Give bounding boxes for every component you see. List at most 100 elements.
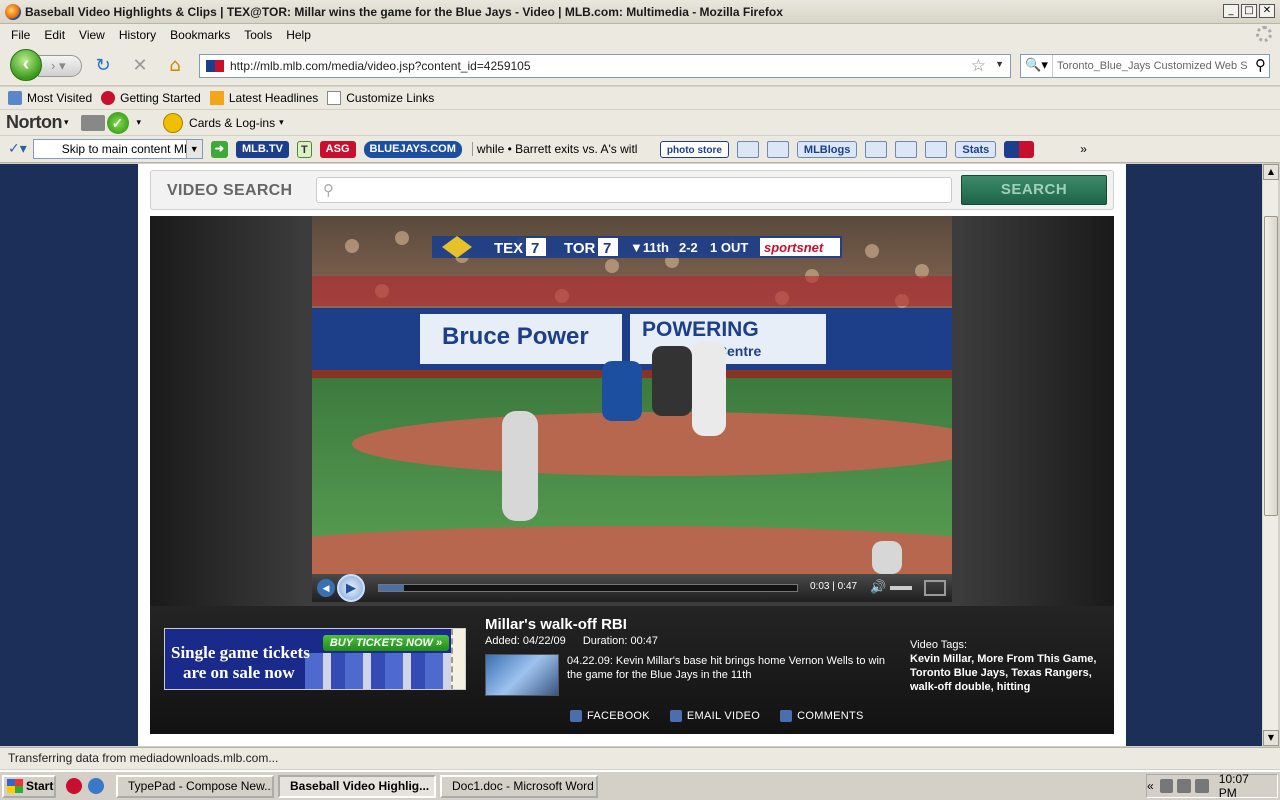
forward-button[interactable]: › ▾ [38, 55, 82, 77]
quicklaunch-ie-icon[interactable] [88, 778, 104, 794]
skip-navigation-select[interactable]: Skip to main content MLB. ▼ [32, 139, 203, 159]
toolbar-overflow-icon[interactable]: » [1080, 142, 1087, 156]
menu-history[interactable]: History [119, 28, 156, 42]
safe-check-icon[interactable]: ✓ [106, 111, 129, 134]
bookmark-customize-links[interactable]: Customize Links [327, 91, 434, 105]
shopping-cart-icon[interactable] [80, 114, 105, 131]
stats-button[interactable]: Stats [955, 140, 997, 158]
video-thumbnail[interactable] [485, 654, 559, 696]
video-search-button[interactable]: SEARCH [961, 175, 1107, 205]
video-tags-label: Video Tags: [910, 639, 968, 651]
svg-text:Bruce Power: Bruce Power [442, 323, 589, 350]
norton-dropdown-icon[interactable]: ▾ [64, 117, 69, 128]
bookmark-most-visited[interactable]: Most Visited [8, 91, 92, 105]
scroll-down-icon[interactable]: ▼ [1263, 730, 1279, 746]
time-display: 0:03 | 0:47 [810, 581, 858, 592]
norton-safe-dropdown-icon[interactable]: ▾ [137, 117, 142, 128]
menu-view[interactable]: View [79, 28, 105, 42]
news-ticker[interactable]: while • Barrett exits vs. A's witl [471, 142, 652, 156]
seek-bar[interactable] [378, 584, 798, 592]
url-dropdown-icon[interactable]: ▼ [995, 59, 1004, 69]
search-go-icon[interactable]: ⚲ [1255, 56, 1266, 74]
mlblogs-button[interactable]: MLBlogs [796, 140, 858, 158]
cards-dropdown-icon[interactable]: ▾ [279, 117, 284, 128]
video-frame[interactable]: Bruce Power POWERING ers Centre TEX 7 TO… [312, 216, 952, 574]
quicklaunch-icon[interactable] [66, 778, 82, 794]
asg-button[interactable]: ASG [319, 140, 356, 158]
task-label: Baseball Video Highlig... [290, 779, 430, 793]
bookmark-getting-started[interactable]: Getting Started [101, 91, 201, 105]
menu-edit[interactable]: Edit [44, 28, 65, 42]
email-video-link[interactable]: EMAIL VIDEO [669, 710, 760, 722]
lock-icon[interactable] [163, 112, 184, 133]
ticket-ad-banner[interactable]: Single game tickets are on sale now BUY … [164, 628, 466, 690]
back-button[interactable]: ‹ [10, 49, 42, 81]
search-bar[interactable]: 🔍▾ Toronto_Blue_Jays Customized Web Se..… [1020, 54, 1270, 78]
volume-icon[interactable]: 🔊 [870, 580, 886, 595]
tickets-icon[interactable]: T [296, 140, 312, 158]
norton-logo[interactable]: Norton [6, 112, 62, 133]
menu-file[interactable]: File [11, 28, 30, 42]
search-input[interactable]: Toronto_Blue_Jays Customized Web Se... [1053, 60, 1248, 72]
monitor-icon[interactable] [1177, 779, 1192, 793]
taskbar-item-word[interactable]: Doc1.doc - Microsoft Word [440, 774, 598, 798]
windows-taskbar: Start TypePad - Compose New... Baseball … [0, 770, 1280, 800]
go-arrow-icon[interactable]: ➜ [210, 140, 228, 158]
vertical-scrollbar[interactable]: ▲ ▼ [1262, 164, 1279, 746]
site-favicon-icon [206, 60, 224, 72]
network-icon[interactable] [1159, 779, 1174, 793]
url-text[interactable]: http://mlb.mlb.com/media/video.jsp?conte… [230, 59, 531, 73]
chevron-down-icon[interactable]: ▼ [185, 140, 202, 158]
volume-slider[interactable] [890, 586, 912, 590]
play-button[interactable]: ▶ [337, 574, 365, 602]
previous-icon[interactable]: ◀ [317, 579, 335, 597]
menu-help[interactable]: Help [286, 28, 311, 42]
buy-tickets-button[interactable]: BUY TICKETS NOW » [323, 635, 449, 651]
address-bar[interactable]: http://mlb.mlb.com/media/video.jsp?conte… [199, 54, 1011, 78]
mlbtv-button[interactable]: MLB.TV [235, 140, 289, 158]
skip-select-value: Skip to main content MLB. [61, 142, 202, 156]
calendar-icon[interactable] [865, 140, 888, 158]
mlb-logo-icon[interactable] [1004, 140, 1035, 158]
comments-link[interactable]: COMMENTS [780, 710, 864, 722]
taskbar-item-baseball[interactable]: Baseball Video Highlig... [278, 774, 436, 798]
photo-store-button[interactable]: photo store [659, 140, 729, 158]
folder-icon [8, 91, 22, 105]
menu-tools[interactable]: Tools [244, 28, 272, 42]
svg-text:POWERING: POWERING [642, 318, 759, 341]
search-engine-icon[interactable]: 🔍▾ [1021, 55, 1053, 77]
fullscreen-button[interactable] [924, 580, 946, 596]
list-icon[interactable] [925, 140, 948, 158]
menu-bar: File Edit View History Bookmarks Tools H… [0, 24, 1280, 45]
close-button[interactable]: ✕ [1259, 4, 1275, 18]
security-icon[interactable] [1195, 779, 1209, 793]
start-button[interactable]: Start [2, 774, 56, 798]
mlb-toolbar-logo-icon[interactable]: ✓▾ [8, 141, 27, 157]
stop-icon[interactable]: ✕ [130, 56, 150, 76]
bookmark-star-icon[interactable]: ☆ [971, 56, 986, 76]
video-meta: Added: 04/22/09 Duration: 00:47 [485, 635, 672, 647]
home-icon[interactable]: ⌂ [165, 56, 185, 76]
maximize-button[interactable]: □ [1241, 4, 1257, 18]
video-duration: Duration: 00:47 [582, 635, 659, 647]
bluejays-button[interactable]: BLUEJAYS.COM [363, 140, 462, 158]
scoreboard-icon[interactable] [895, 140, 918, 158]
video-search-input[interactable]: ⚲ [316, 177, 952, 203]
firefox-icon [5, 3, 21, 20]
minimize-button[interactable]: _ [1223, 4, 1239, 18]
reload-icon[interactable]: ↻ [93, 56, 113, 76]
bookmark-latest-headlines[interactable]: Latest Headlines [209, 91, 318, 105]
status-bar: Transferring data from mediadownloads.ml… [0, 747, 1280, 769]
cards-login-button[interactable]: Cards & Log-ins [189, 116, 275, 130]
tray-expand-icon[interactable]: « [1147, 779, 1154, 793]
scroll-thumb[interactable] [1264, 216, 1278, 516]
facebook-link[interactable]: FACEBOOK [570, 710, 650, 722]
video-tags[interactable]: Kevin Millar, More From This Game, Toron… [910, 652, 1100, 694]
scroll-up-icon[interactable]: ▲ [1263, 164, 1279, 180]
video-search-label: VIDEO SEARCH [167, 182, 293, 199]
taskbar-item-typepad[interactable]: TypePad - Compose New... [116, 774, 274, 798]
menu-bookmarks[interactable]: Bookmarks [170, 28, 230, 42]
bookmark-label: Most Visited [27, 91, 93, 105]
camera-icon[interactable] [766, 140, 789, 158]
cart-icon[interactable] [736, 140, 759, 158]
